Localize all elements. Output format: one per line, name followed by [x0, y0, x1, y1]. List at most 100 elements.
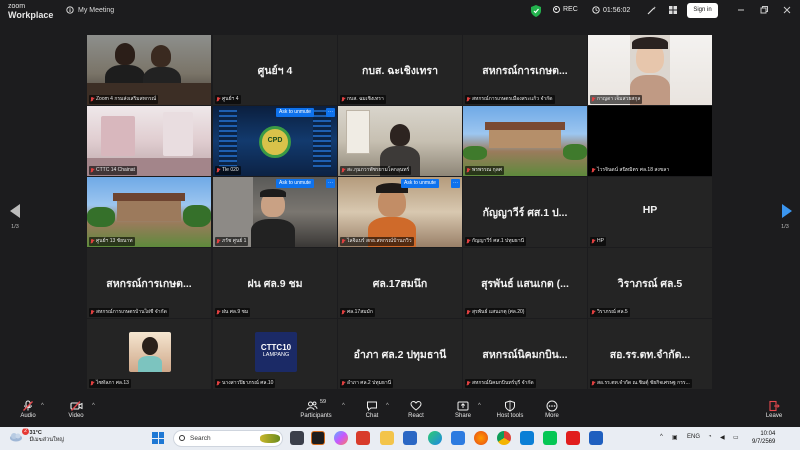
muted-mic-icon	[341, 238, 345, 245]
audio-options-chevron-icon[interactable]: ^	[41, 403, 44, 409]
minimize-icon[interactable]	[736, 5, 746, 15]
audio-button[interactable]: Audio	[8, 399, 48, 419]
participant-display-name: กัญญาวีร์ ศส.1 ป...	[482, 207, 568, 219]
muted-mic-icon	[216, 96, 220, 103]
windows-taskbar: 2 31°C มีเมฆส่วนใหญ่ Search ^ ▣ ENG ◔ ◀ …	[0, 427, 800, 450]
teams-icon[interactable]	[520, 431, 534, 445]
tray-app-icon[interactable]: ▣	[672, 434, 678, 441]
video-options-chevron-icon[interactable]: ^	[92, 403, 95, 409]
participant-tile[interactable]: วิราภรณ์ ศล.5 วิราภรณ์ ศล.5	[588, 248, 712, 318]
line-icon[interactable]	[543, 431, 557, 445]
participant-tile[interactable]: สอ.รร.ตท.จำกัด... สอ.รร.ตท.จำกัด ณ.ชิมตุ…	[588, 319, 712, 389]
chat-options-chevron-icon[interactable]: ^	[386, 403, 389, 409]
previous-page-button[interactable]: 1/3	[0, 190, 30, 240]
volume-icon[interactable]: ◀	[720, 434, 725, 441]
language-indicator[interactable]: ENG	[687, 434, 700, 440]
participant-tile[interactable]: อำภา ศล.2 ปทุมธานี อำภา ศล.2 ปทุมธานี	[338, 319, 462, 389]
windows-start-icon[interactable]	[152, 432, 164, 444]
leave-button[interactable]: Leave	[754, 399, 794, 419]
task-view-icon[interactable]	[290, 431, 304, 445]
weather-widget[interactable]: 2 31°C มีเมฆส่วนใหญ่	[8, 428, 64, 444]
participant-tile[interactable]: ไวรจินดน์ สนิทมิตร ศล.18 สงขลา	[588, 106, 712, 176]
tile-more-button[interactable]: ···	[326, 179, 335, 188]
participant-tile[interactable]: ศล.17สมนึก ศล.17สมมัก	[338, 248, 462, 318]
copilot-icon[interactable]	[334, 431, 348, 445]
participant-display-name: สอ.รร.ตท.จำกัด...	[609, 349, 691, 361]
participant-avatar	[129, 332, 171, 372]
page-indicator-right: 1/3	[781, 224, 789, 230]
close-window-icon[interactable]	[782, 5, 792, 15]
file-explorer-icon[interactable]	[380, 431, 394, 445]
ask-to-unmute-button[interactable]: Ask to unmute	[276, 179, 314, 188]
powerpoint-icon[interactable]	[356, 431, 370, 445]
temperature: 31°C	[29, 430, 42, 436]
ask-to-unmute-button[interactable]: Ask to unmute	[401, 179, 439, 188]
magic-wand-icon[interactable]	[647, 5, 657, 15]
react-button[interactable]: React	[396, 399, 436, 419]
taskbar-search-box[interactable]: Search	[173, 430, 283, 447]
restore-icon[interactable]	[759, 5, 769, 15]
more-button[interactable]: More	[532, 399, 572, 419]
participants-options-chevron-icon[interactable]: ^	[342, 403, 345, 409]
zoom-taskbar-icon[interactable]	[451, 431, 465, 445]
word-icon[interactable]	[589, 431, 603, 445]
meeting-toolbar: Audio ^ Video ^ 59 Participants ^ Chat ^…	[0, 397, 800, 427]
participant-tile[interactable]: สะ.กุมภวาพัชรยามโคกลุนทร์	[338, 106, 462, 176]
participant-tile[interactable]: สหกรณ์การเกษต... สหกรณ์การเกษตรบ้านไผ่ชี…	[87, 248, 211, 318]
wifi-icon[interactable]: ◔	[708, 434, 712, 440]
participant-name-label: สหกรณ์การเกษตรเมืองสระแก้ว จำกัด	[465, 95, 555, 104]
participant-name-label: ภรัช ศูนย์ 1	[215, 237, 249, 246]
chat-button[interactable]: Chat	[352, 399, 392, 419]
share-screen-icon	[457, 401, 469, 411]
participant-tile[interactable]: Zoom 4 กรมส่งเสริมสหกรณ์	[87, 35, 211, 105]
participant-tile[interactable]: กัญญาวีร์ ศส.1 ป... กัญญาวีร์ ศส.1 ปทุมธ…	[463, 177, 587, 247]
acrobat-icon[interactable]	[566, 431, 580, 445]
participant-tile[interactable]: ฝน ศล.9 ชม ฝน ศล.9 ชม	[213, 248, 337, 318]
share-options-chevron-icon[interactable]: ^	[478, 403, 481, 409]
participant-name-label: อำภา ศล.2 ปทุมธานี	[340, 379, 394, 388]
participant-tile[interactable]: CTTC 14 Chainat	[87, 106, 211, 176]
next-page-button[interactable]: 1/3	[770, 190, 800, 240]
participant-tile[interactable]: กบส. ฉะเชิงเทรา กบส. ฉมเชิงเทรา	[338, 35, 462, 105]
participant-tile[interactable]: พรพรรณ กุลศ	[463, 106, 587, 176]
encryption-shield-icon[interactable]	[531, 5, 541, 17]
participant-tile[interactable]: สุรพันธ์ แสนเกต (... สุรพันธ์ แสนเกตุ (ศ…	[463, 248, 587, 318]
share-button[interactable]: Share	[443, 399, 483, 419]
host-tools-button[interactable]: Host tools	[488, 399, 532, 419]
muted-mic-icon	[216, 167, 220, 174]
participant-tile[interactable]: กาญดา เจ็มสวยสกุล	[588, 35, 712, 105]
participant-tile[interactable]: สหกรณ์การเกษต... สหกรณ์การเกษตรเมืองสระแ…	[463, 35, 587, 105]
participants-count: 59	[319, 399, 327, 405]
participant-tile[interactable]: CPD Ask to unmute ··· Tle 020	[213, 106, 337, 176]
illustrator-icon[interactable]	[311, 431, 325, 445]
recording-indicator[interactable]: REC	[553, 6, 578, 13]
muted-mic-icon	[466, 380, 470, 387]
muted-mic-icon	[591, 96, 595, 103]
participant-tile[interactable]: ศูนย์ฯ 4 ศูนย์ฯ 4	[213, 35, 337, 105]
participant-display-name: กบส. ฉะเชิงเทรา	[362, 65, 438, 77]
tile-more-button[interactable]: ···	[326, 108, 335, 117]
participants-button[interactable]: 59 Participants	[294, 399, 338, 419]
sign-in-button[interactable]: Sign in	[687, 3, 718, 18]
edge-icon[interactable]	[428, 431, 442, 445]
participant-tile[interactable]: ไซทัลภา ศล.13	[87, 319, 211, 389]
participant-tile[interactable]: Ask to unmute ··· ไลจิแบร์ สกธ.สหกรณ์บ้า…	[338, 177, 462, 247]
view-grid-icon[interactable]	[668, 5, 678, 15]
taskbar-clock[interactable]: 10:04 9/7/2569	[752, 430, 775, 446]
tray-chevron-icon[interactable]: ^	[660, 434, 663, 440]
participant-tile[interactable]: ศูนย์ฯ 13 ชัยนาท	[87, 177, 211, 247]
video-button[interactable]: Video	[56, 399, 96, 419]
record-icon	[553, 6, 560, 13]
chrome-icon[interactable]	[497, 431, 511, 445]
firefox-icon[interactable]	[474, 431, 488, 445]
meeting-info[interactable]: My Meeting	[66, 6, 114, 14]
participant-tile[interactable]: สหกรณ์นิคมกบิน... สหกรณ์นิคมกบินทร์บุรี …	[463, 319, 587, 389]
participant-tile[interactable]: HP HP	[588, 177, 712, 247]
ask-to-unmute-button[interactable]: Ask to unmute	[276, 108, 314, 117]
participant-tile[interactable]: Ask to unmute ··· ภรัช ศูนย์ 1	[213, 177, 337, 247]
tile-more-button[interactable]: ···	[451, 179, 460, 188]
info-icon[interactable]	[66, 6, 74, 14]
battery-icon[interactable]: ▭	[733, 434, 739, 441]
app-icon[interactable]	[403, 431, 417, 445]
participant-tile[interactable]: CTTC10 LAMPANG นางสาวปิยาภรณ์ ศล.10	[213, 319, 337, 389]
